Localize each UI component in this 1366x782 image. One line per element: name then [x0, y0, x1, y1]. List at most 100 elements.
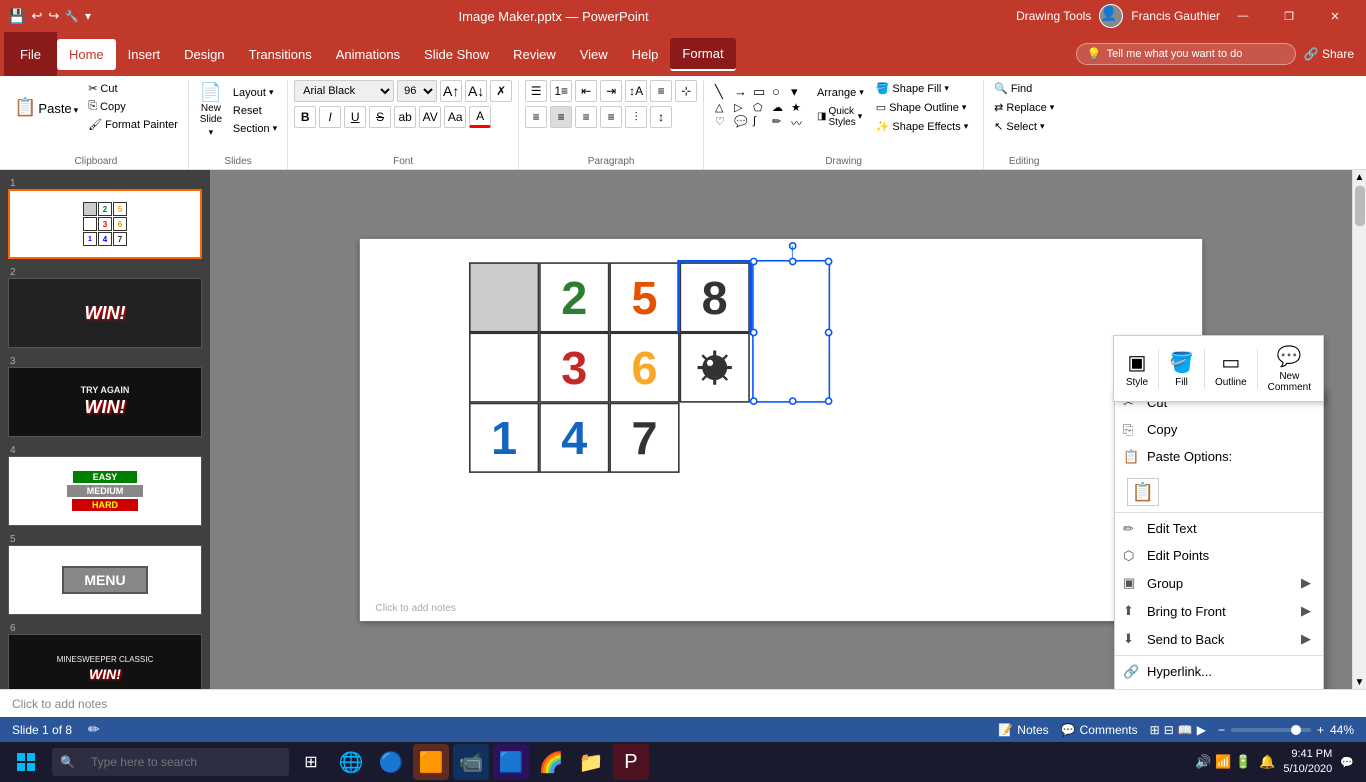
context-send-back[interactable]: ⬇ Send to Back ▶: [1115, 625, 1323, 653]
paste-button[interactable]: 📋 Paste ▾: [10, 95, 82, 119]
shape-arrow[interactable]: →: [734, 84, 752, 100]
shape-cloud[interactable]: ☁: [772, 101, 790, 114]
shape-outline-dropdown[interactable]: ▾: [962, 102, 967, 113]
shape-fill-button[interactable]: 🪣 Shape Fill ▾: [872, 80, 973, 97]
shape-pent[interactable]: ⬠: [753, 101, 771, 114]
underline-button[interactable]: U: [344, 106, 366, 128]
align-left-button[interactable]: ≡: [525, 106, 547, 128]
context-hyperlink[interactable]: 🔗 Hyperlink...: [1115, 658, 1323, 685]
app2-icon[interactable]: 🟦: [493, 744, 529, 780]
handle-bl[interactable]: [750, 397, 758, 405]
shape-rect[interactable]: ▭: [753, 84, 771, 100]
paste-icon-button[interactable]: 📋: [1127, 478, 1159, 506]
align-right-button[interactable]: ≡: [575, 106, 597, 128]
decrease-font-button[interactable]: A↓: [465, 80, 487, 102]
start-button[interactable]: [4, 742, 48, 782]
slide-thumb-4[interactable]: 4 EASY MEDIUM HARD: [8, 445, 202, 526]
menu-file[interactable]: File: [4, 32, 57, 76]
reset-button[interactable]: Reset: [229, 103, 281, 119]
arrange-button[interactable]: Arrange ▾: [813, 85, 868, 101]
columns-button[interactable]: ⫶: [625, 106, 647, 128]
menu-slideshow[interactable]: Slide Show: [412, 39, 501, 70]
restore-button[interactable]: ❐: [1266, 0, 1312, 32]
tell-me-box[interactable]: 💡 Tell me what you want to do: [1076, 43, 1296, 65]
handle-mr[interactable]: [825, 328, 833, 336]
increase-indent-button[interactable]: ⇥: [600, 80, 622, 102]
quick-styles-button[interactable]: ◨ Quick Styles ▾: [813, 103, 868, 131]
format-painter-button[interactable]: 🖌 Format Painter: [84, 116, 182, 133]
customise-icon[interactable]: 🔧: [65, 10, 79, 23]
menu-format[interactable]: Format: [670, 38, 735, 71]
clear-format-button[interactable]: ✗: [490, 80, 512, 102]
font-size-select[interactable]: 96: [397, 80, 437, 102]
section-dropdown[interactable]: ▾: [273, 123, 278, 134]
menu-transitions[interactable]: Transitions: [237, 39, 324, 70]
shape-tri[interactable]: △: [715, 101, 733, 114]
comments-toggle[interactable]: 💬 Comments: [1061, 723, 1138, 737]
shape-freeform[interactable]: ✏: [772, 115, 790, 131]
taskbar-search[interactable]: [81, 748, 281, 776]
shape-scribble[interactable]: 〰: [791, 115, 809, 131]
context-group[interactable]: ▣ Group ▶: [1115, 569, 1323, 597]
replace-dropdown[interactable]: ▾: [1050, 102, 1055, 113]
undo-icon[interactable]: ↩: [31, 8, 42, 24]
arrange-dropdown[interactable]: ▾: [859, 87, 864, 98]
handle-tl[interactable]: [750, 257, 758, 265]
char-spacing-button[interactable]: AV: [419, 106, 441, 128]
zoom-icon[interactable]: 📹: [453, 744, 489, 780]
chrome-icon[interactable]: 🔵: [373, 744, 409, 780]
shape-effects-dropdown[interactable]: ▾: [964, 121, 969, 132]
align-text-button[interactable]: ≡: [650, 80, 672, 102]
align-center-button[interactable]: ≡: [550, 106, 572, 128]
font-name-select[interactable]: Arial Black: [294, 80, 394, 102]
slide-canvas-area[interactable]: 2 5 8 3 6: [210, 170, 1352, 689]
context-bring-front[interactable]: ⬆ Bring to Front ▶: [1115, 597, 1323, 625]
powerpoint-icon[interactable]: P: [613, 744, 649, 780]
edge-icon[interactable]: 🌐: [333, 744, 369, 780]
scroll-thumb[interactable]: [1355, 186, 1365, 226]
zoom-in-button[interactable]: +: [1317, 723, 1324, 737]
quick-styles-dropdown[interactable]: ▾: [858, 111, 863, 122]
shape-more[interactable]: ▾: [791, 84, 809, 100]
reading-view-button[interactable]: 📖: [1178, 723, 1193, 737]
numbering-button[interactable]: 1≡: [550, 80, 572, 102]
new-slide-dropdown[interactable]: ▾: [209, 127, 214, 138]
menu-home[interactable]: Home: [57, 39, 116, 70]
new-slide-button[interactable]: 📄 New Slide ▾: [195, 80, 227, 141]
shadow-button[interactable]: ab: [394, 106, 416, 128]
text-direction-button[interactable]: ↕A: [625, 80, 647, 102]
shape-callout[interactable]: 💬: [734, 115, 752, 131]
notes-toggle[interactable]: 📝 Notes: [998, 723, 1048, 737]
convert-smartart-button[interactable]: ⊹: [675, 80, 697, 102]
paste-dropdown[interactable]: ▾: [74, 105, 79, 116]
share-button[interactable]: 🔗 Share: [1296, 43, 1362, 65]
shape-line[interactable]: ╲: [715, 84, 733, 100]
menu-view[interactable]: View: [568, 39, 620, 70]
layout-button[interactable]: Layout ▾: [229, 85, 281, 101]
handle-tr[interactable]: [825, 257, 833, 265]
action-center-icon[interactable]: 💬: [1340, 756, 1354, 769]
shape-heart[interactable]: ♡: [715, 115, 733, 131]
fill-button[interactable]: 🪣 Fill: [1161, 346, 1202, 392]
menu-animations[interactable]: Animations: [324, 39, 412, 70]
search-bar[interactable]: 🔍: [52, 748, 289, 776]
shape-oval[interactable]: ○: [772, 84, 790, 100]
line-spacing-button[interactable]: ↕: [650, 106, 672, 128]
strikethrough-button[interactable]: S: [369, 106, 391, 128]
copy-button[interactable]: ⎘ Copy: [84, 98, 182, 115]
context-copy[interactable]: ⎘ Copy: [1115, 416, 1323, 443]
minimize-button[interactable]: —: [1220, 0, 1266, 32]
new-comment-mini-button[interactable]: 💬 New Comment: [1260, 340, 1319, 397]
increase-font-button[interactable]: A↑: [440, 80, 462, 102]
menu-insert[interactable]: Insert: [116, 39, 173, 70]
slide-thumb-3[interactable]: 3 TRY AGAIN WIN!: [8, 356, 202, 437]
normal-view-button[interactable]: ⊞: [1150, 723, 1160, 737]
handle-br[interactable]: [825, 397, 833, 405]
context-edit-text[interactable]: ✏ Edit Text: [1115, 515, 1323, 542]
scroll-down-button[interactable]: ▼: [1353, 675, 1366, 689]
zoom-out-button[interactable]: −: [1218, 723, 1225, 737]
slide-thumb-6[interactable]: 6 MINESWEEPER CLASSIC WIN!: [8, 623, 202, 689]
italic-button[interactable]: I: [319, 106, 341, 128]
cut-button[interactable]: ✂ Cut: [84, 80, 182, 97]
slide-thumb-2[interactable]: 2 WIN!: [8, 267, 202, 348]
